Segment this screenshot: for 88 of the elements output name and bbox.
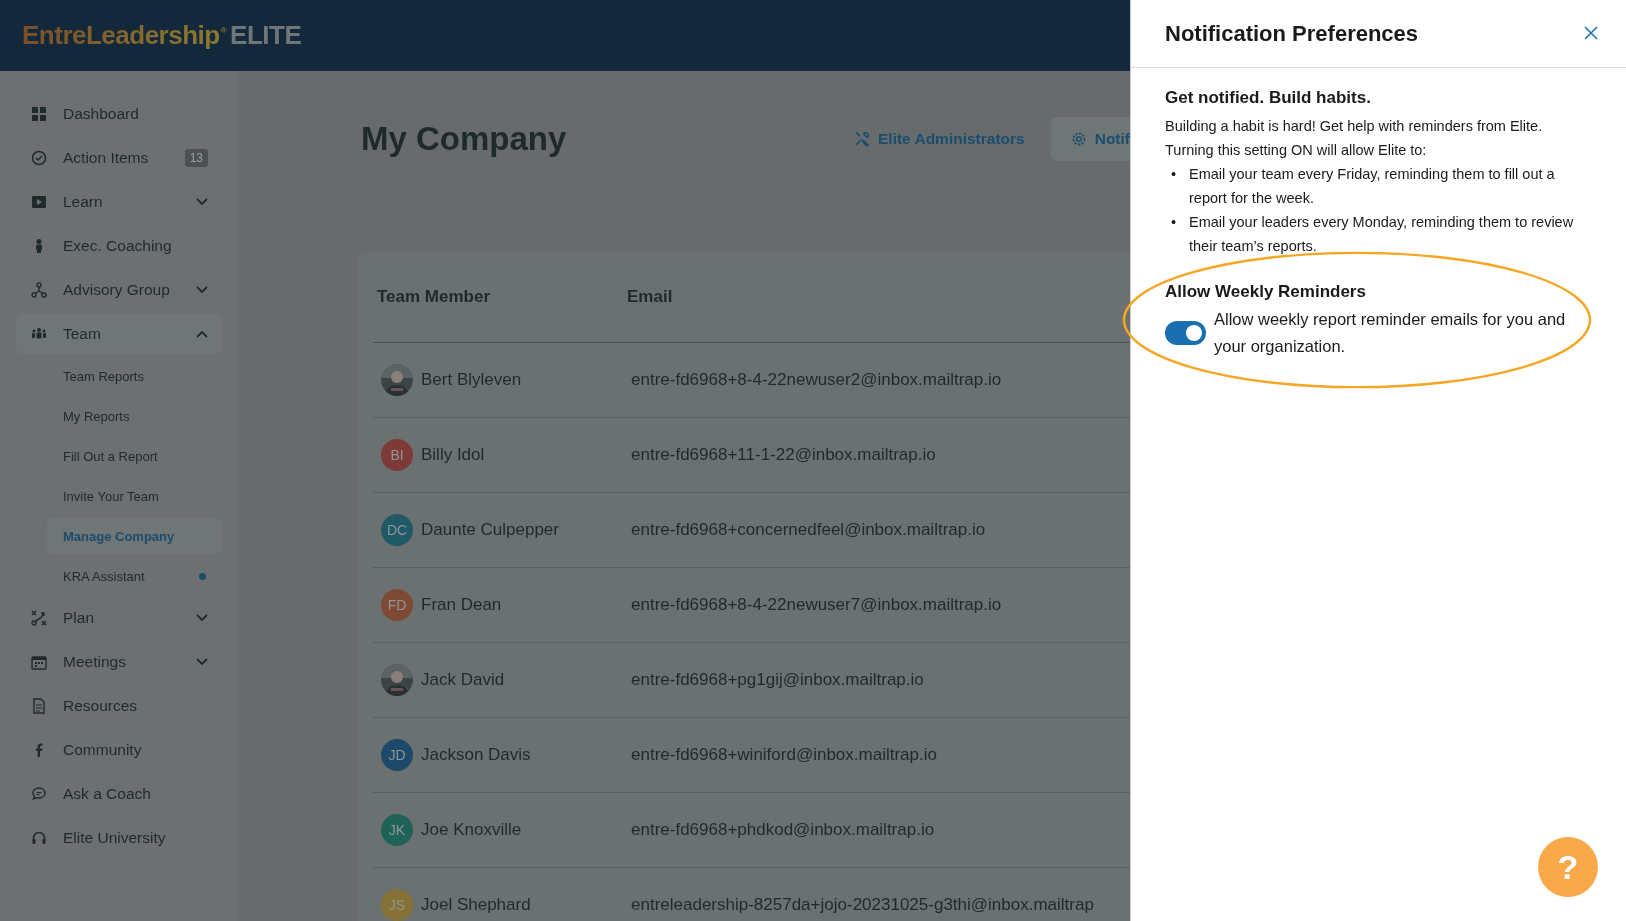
avatar: BI: [381, 439, 413, 471]
nav-label: Community: [63, 741, 143, 759]
nav-item[interactable]: Ask a Coach: [16, 774, 222, 814]
bullet-text: Email your leaders every Monday, reminding them to review their team’s reports.: [1189, 213, 1575, 256]
notifications-button[interactable]: Notif: [1050, 117, 1130, 161]
nav-label: Advisory Group: [63, 281, 171, 299]
nav-subitem[interactable]: Team Reports: [47, 358, 222, 394]
tools-icon: [854, 131, 870, 147]
member-name: Bert Blyleven: [421, 370, 522, 390]
page-title: My Company: [361, 120, 568, 158]
nav-subitem[interactable]: My Reports: [47, 398, 222, 434]
nav-label: Team: [63, 325, 102, 343]
close-icon: [1583, 24, 1599, 41]
strategy-icon: [31, 610, 47, 626]
member-name: Joel Shephard: [421, 895, 531, 915]
email-cell-text: entre-fd6968+concernedfeel@inbox.mailtrap.io: [630, 520, 987, 540]
network-icon: [31, 282, 47, 298]
nav-item[interactable]: Resources: [16, 686, 222, 726]
grid-icon: [31, 106, 47, 122]
email-cell-text: entreleadership-8257da+jojo-20231025-g3thi@inbox.mailtrap: [630, 895, 1095, 915]
nav-item[interactable]: Advisory Group: [16, 270, 222, 310]
nav-item[interactable]: Exec. Coaching: [16, 226, 222, 266]
document-icon: [31, 698, 47, 714]
nav-item[interactable]: Meetings: [16, 642, 222, 682]
chevron-down-icon: [196, 658, 208, 666]
nav-item[interactable]: Learn: [16, 182, 222, 222]
nav-label: Learn: [63, 193, 104, 211]
chevron-down-icon: [196, 286, 208, 294]
setting-title: Allow Weekly Reminders: [1165, 282, 1367, 302]
avatar: JD: [381, 739, 413, 771]
calendar-icon: [31, 654, 47, 670]
nav-label: Meetings: [63, 653, 127, 671]
nav-item[interactable]: Team: [16, 314, 222, 354]
member-name: Fran Dean: [421, 595, 502, 615]
description-text: Building a habit is hard! Get help with reminders from Elite.: [1165, 117, 1544, 136]
member-name: Daunte Culpepper: [421, 520, 559, 540]
column-header: Team Member: [376, 287, 492, 307]
nav-subitem[interactable]: Fill Out a Report: [47, 438, 222, 474]
avatar: JS: [381, 889, 413, 921]
member-name: Billy Idol: [421, 445, 485, 465]
nav-label: Elite University: [63, 829, 167, 847]
email-cell-text: entre-fd6968+pg1gij@inbox.mailtrap.io: [630, 670, 925, 690]
chevron-down-icon: [196, 614, 208, 622]
nav-label: Dashboard: [63, 105, 140, 123]
nav-item[interactable]: Community: [16, 730, 222, 770]
nav-subitem[interactable]: KRA Assistant: [47, 558, 222, 594]
count-badge: 13: [184, 149, 208, 167]
email-cell-text: entre-fd6968+11-1-22@inbox.mailtrap.io: [630, 445, 937, 465]
nav-item[interactable]: Dashboard: [16, 94, 222, 134]
member-name: Jackson Davis: [421, 745, 531, 765]
play-icon: [31, 194, 47, 210]
email-cell-text: entre-fd6968+8-4-22newuser7@inbox.mailtrap.io: [630, 595, 1003, 615]
chevron-up-icon: [196, 330, 208, 338]
nav-subitem[interactable]: Manage Company: [47, 518, 222, 554]
nav-subitem[interactable]: Invite Your Team: [47, 478, 222, 514]
bullet-marker: •: [1171, 165, 1178, 184]
team-icon: [31, 326, 47, 342]
nav-item[interactable]: Action Items 13: [16, 138, 222, 178]
setting-label: Allow weekly report reminder emails for you and your organization.: [1214, 309, 1567, 357]
settings-icon: [1070, 131, 1087, 147]
headset-icon: [31, 830, 47, 846]
nav-label: Resources: [63, 697, 139, 715]
admin-link[interactable]: Elite Administrators: [854, 130, 1025, 148]
panel-title: Notification Preferences: [1165, 20, 1420, 47]
avatar: JK: [381, 814, 413, 846]
member-name: Joe Knoxville: [421, 820, 522, 840]
chat-icon: [31, 786, 47, 802]
section-heading: Get notified. Build habits.: [1165, 88, 1372, 108]
bullet-marker: •: [1171, 213, 1178, 232]
toggle-switch[interactable]: [1165, 321, 1206, 345]
email-cell-text: entre-fd6968+phdkod@inbox.mailtrap.io: [630, 820, 936, 840]
nav-item[interactable]: Plan: [16, 598, 222, 638]
email-cell-text: entre-fd6968+winiford@inbox.mailtrap.io: [630, 745, 938, 765]
member-name: Jack David: [421, 670, 505, 690]
bullet-text: Email your team every Friday, reminding them to fill out a report for the week.: [1189, 165, 1556, 208]
nav-label: Action Items: [63, 149, 150, 167]
help-button[interactable]: ?: [1538, 837, 1598, 897]
chevron-down-icon: [196, 198, 208, 206]
nav-label: Plan: [63, 609, 96, 627]
check-circle-icon: [31, 150, 47, 166]
nav-label: Exec. Coaching: [63, 237, 173, 255]
avatar: DC: [381, 514, 413, 546]
nav-item[interactable]: Elite University: [16, 818, 222, 858]
avatar: FD: [381, 589, 413, 621]
nav-label: Ask a Coach: [63, 785, 152, 803]
description-text: Turning this setting ON will allow Elite to:: [1165, 141, 1428, 160]
column-header: Email: [627, 287, 674, 307]
email-cell-text: entre-fd6968+8-4-22newuser2@inbox.mailtrap.io: [630, 370, 1003, 390]
